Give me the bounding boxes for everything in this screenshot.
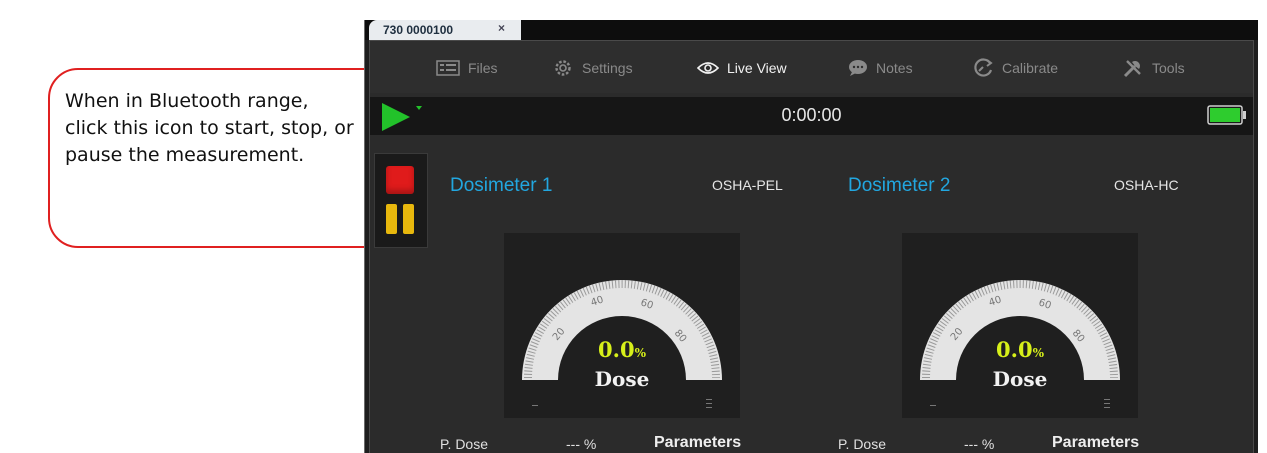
parameters-row: P. Dose --- % Parameters <box>834 434 1194 453</box>
dosimeter-title: Dosimeter 2 <box>848 175 951 196</box>
calibrate-icon <box>974 58 993 77</box>
document-tab-label: 730 0000100 <box>383 23 454 37</box>
p-dose-label: P. Dose <box>838 436 886 452</box>
menu-files[interactable]: Files <box>436 58 498 78</box>
close-icon[interactable]: × <box>498 21 505 35</box>
dose-gauge: 20 40 60 80 0.0% Dose <box>504 233 740 418</box>
menu-notes[interactable]: Notes <box>848 58 913 78</box>
gear-icon <box>555 60 571 76</box>
dosimeter-title: Dosimeter 1 <box>450 175 553 196</box>
p-dose-value: --- % <box>964 436 995 452</box>
stop-icon[interactable] <box>386 166 414 194</box>
notes-icon <box>849 60 867 76</box>
menu-calibrate-label: Calibrate <box>1002 60 1059 76</box>
tools-icon <box>1123 60 1141 78</box>
document-tab[interactable]: 730 0000100 × <box>369 20 521 40</box>
menu-files-label: Files <box>468 60 498 76</box>
p-dose-label: P. Dose <box>440 436 488 452</box>
elapsed-timer: 0:00:00 <box>781 105 842 125</box>
dosimeter-standard: OSHA-HC <box>1114 177 1179 193</box>
dose-value: 0.0% <box>996 337 1044 362</box>
eye-icon <box>697 62 719 74</box>
parameters-title: Parameters <box>654 434 742 451</box>
p-dose-value: --- % <box>566 436 597 452</box>
dose-label: Dose <box>594 367 650 391</box>
dosimeter-panel-2: Dosimeter 2 OSHA-HC 20 40 60 80 0.0% Dos… <box>834 153 1194 453</box>
menu-live-view[interactable]: Live View <box>697 58 787 78</box>
measurement-controls <box>374 153 428 248</box>
dosimeter-standard: OSHA-PEL <box>712 177 783 193</box>
menu-settings[interactable]: Settings <box>552 58 633 78</box>
menu-calibrate[interactable]: Calibrate <box>972 58 1058 78</box>
dosimeter-panel-1: Dosimeter 1 OSHA-PEL 20 40 60 80 0.0% Do… <box>436 153 796 453</box>
app-frame: Files Settings Live View Notes Calibrate… <box>369 40 1254 453</box>
menu-notes-label: Notes <box>876 60 913 76</box>
menu-tools[interactable]: Tools <box>1122 58 1185 78</box>
menu-live-view-label: Live View <box>727 60 787 76</box>
parameters-title: Parameters <box>1052 434 1140 451</box>
files-icon <box>436 60 460 76</box>
dose-gauge: 20 40 60 80 0.0% Dose <box>902 233 1138 418</box>
dose-label: Dose <box>992 367 1048 391</box>
timer-bar: 0:00:00 <box>370 97 1253 135</box>
dose-value: 0.0% <box>598 337 646 362</box>
battery-icon <box>1207 105 1246 125</box>
parameters-row: P. Dose --- % Parameters <box>436 434 796 453</box>
app-window: 730 0000100 × Files Settings Live View N… <box>364 20 1258 453</box>
pause-icon[interactable] <box>386 204 414 234</box>
callout-text: When in Bluetooth range, click this icon… <box>65 90 354 166</box>
menu-tools-label: Tools <box>1152 60 1185 76</box>
menu-settings-label: Settings <box>582 60 633 76</box>
tab-strip: 730 0000100 × <box>365 20 1258 40</box>
menu-bar: Files Settings Live View Notes Calibrate… <box>370 41 1253 93</box>
